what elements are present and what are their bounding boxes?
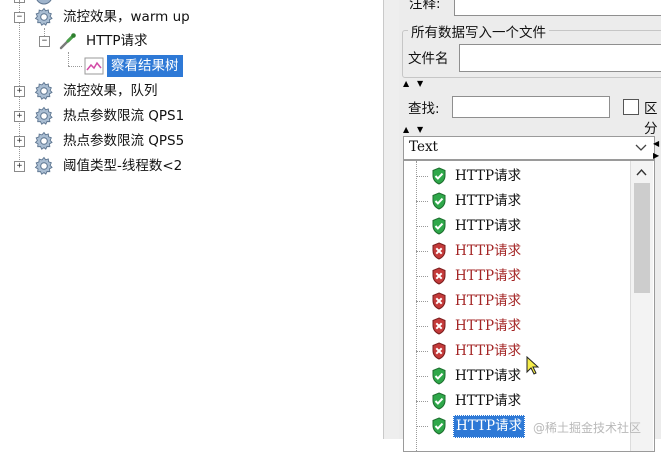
tree-item-label: 察看结果树	[107, 55, 183, 77]
tree-item-label: 流控效果，队列	[63, 83, 158, 99]
tree-item-label: 热点参数限流 QPS1	[63, 108, 185, 124]
scrollbar-thumb[interactable]	[634, 183, 650, 293]
tree-connector	[416, 301, 428, 302]
collapse-right-icon[interactable]: ▶	[653, 152, 659, 160]
tree-connector	[416, 401, 428, 402]
tree-item-view-results-tree[interactable]: 察看结果树	[0, 55, 360, 77]
success-shield-icon	[432, 392, 446, 410]
result-item[interactable]: HTTP请求	[404, 239, 634, 264]
result-item[interactable]: HTTP请求	[404, 214, 634, 239]
success-shield-icon	[432, 167, 446, 185]
tree-connector	[416, 351, 428, 352]
pane-splitter[interactable]	[383, 0, 400, 439]
chart-icon	[84, 57, 104, 75]
result-label: HTTP请求	[453, 415, 526, 438]
result-item[interactable]: HTTP请求	[404, 389, 634, 414]
tree-item-flow-queue[interactable]: + 流控效果，队列	[0, 80, 360, 102]
expand-icon[interactable]: +	[14, 161, 25, 172]
error-shield-icon	[432, 292, 446, 310]
tree-connector	[416, 176, 428, 177]
tree-item-http-request[interactable]: − HTTP请求	[0, 30, 360, 52]
gear-icon	[34, 156, 53, 175]
renderer-selected-value: Text	[409, 139, 438, 155]
test-plan-tree: + − 流控效果，warm up − HTTP请求	[0, 0, 383, 439]
write-all-label: 所有数据写入一个文件	[408, 21, 549, 41]
tree-connector	[416, 276, 428, 277]
expand-icon[interactable]: +	[14, 86, 25, 97]
case-sensitive-checkbox[interactable]	[623, 99, 639, 115]
result-label: HTTP请求	[455, 293, 522, 309]
success-shield-icon	[432, 417, 446, 435]
renderer-select[interactable]: Text	[403, 136, 655, 160]
collapse-icon[interactable]: −	[39, 36, 50, 47]
result-label: HTTP请求	[455, 268, 522, 284]
result-item[interactable]: HTTP请求	[404, 364, 634, 389]
watermark: @稀土掘金技术社区	[533, 421, 642, 435]
scroll-up-icon[interactable]	[636, 168, 647, 176]
results-scrollbar[interactable]	[630, 161, 653, 451]
gear-icon	[34, 106, 53, 125]
tree-item-hot-param-qps5[interactable]: + 热点参数限流 QPS5	[0, 130, 360, 152]
result-label: HTTP请求	[455, 193, 522, 209]
result-label: HTTP请求	[455, 168, 522, 184]
collapse-down-icon[interactable]: ▼	[417, 80, 423, 88]
filename-input[interactable]	[459, 44, 661, 72]
collapse-icon[interactable]: −	[14, 12, 25, 23]
collapse-left-icon[interactable]: ◀	[653, 140, 659, 148]
result-label: HTTP请求	[455, 218, 522, 234]
tree-connector	[416, 201, 428, 202]
error-shield-icon	[432, 317, 446, 335]
chevron-down-icon	[635, 144, 647, 151]
tree-item-hot-param-qps1[interactable]: + 热点参数限流 QPS1	[0, 105, 360, 127]
search-input[interactable]	[452, 96, 610, 118]
result-item[interactable]: HTTP请求	[404, 189, 634, 214]
tree-item-flow-warmup[interactable]: − 流控效果，warm up	[0, 6, 360, 28]
comment-label: 注释:	[409, 0, 441, 12]
error-shield-icon	[432, 342, 446, 360]
result-item[interactable]: HTTP请求	[404, 264, 634, 289]
results-list[interactable]: HTTP请求 HTTP请求 HTTP请求 HTTP请求 HTTP请求 HTTP请…	[403, 160, 655, 452]
gear-icon	[34, 7, 53, 26]
result-label: HTTP请求	[455, 318, 522, 334]
gear-icon	[34, 81, 53, 100]
tree-item-threshold-threads[interactable]: + 阈值类型-线程数<2	[0, 155, 360, 177]
tree-item-label: 热点参数限流 QPS5	[63, 133, 185, 149]
result-item[interactable]: HTTP请求	[404, 289, 634, 314]
tree-connector	[416, 426, 428, 427]
collapse-up-icon[interactable]: ▲	[403, 126, 409, 134]
result-label: HTTP请求	[455, 243, 522, 259]
expand-icon[interactable]: +	[14, 111, 25, 122]
tree-item-label: HTTP请求	[86, 33, 148, 49]
pipette-icon	[59, 33, 76, 50]
mouse-cursor-icon	[526, 356, 540, 375]
error-shield-icon	[432, 267, 446, 285]
result-label: HTTP请求	[455, 368, 522, 384]
comment-input[interactable]	[454, 0, 661, 16]
case-sensitive-label: 区分	[644, 101, 658, 137]
collapse-down-icon[interactable]: ▼	[417, 126, 423, 134]
result-item[interactable]: HTTP请求	[404, 164, 634, 189]
result-item[interactable]: HTTP请求	[404, 314, 634, 339]
search-label: 查找:	[408, 101, 440, 117]
result-label: HTTP请求	[455, 393, 522, 409]
tree-connector	[416, 251, 428, 252]
gear-icon	[34, 131, 53, 150]
result-item[interactable]: HTTP请求	[404, 339, 634, 364]
expand-icon[interactable]: +	[14, 136, 25, 147]
success-shield-icon	[432, 217, 446, 235]
tree-connector	[416, 326, 428, 327]
error-shield-icon	[432, 242, 446, 260]
success-shield-icon	[432, 192, 446, 210]
tree-connector	[416, 226, 428, 227]
success-shield-icon	[432, 367, 446, 385]
filename-label: 文件名	[408, 51, 449, 67]
tree-connector	[416, 376, 428, 377]
tree-item-label: 阈值类型-线程数<2	[63, 158, 183, 174]
collapse-up-icon[interactable]: ▲	[403, 80, 409, 88]
tree-item-label: 流控效果，warm up	[63, 9, 190, 25]
result-label: HTTP请求	[455, 343, 522, 359]
